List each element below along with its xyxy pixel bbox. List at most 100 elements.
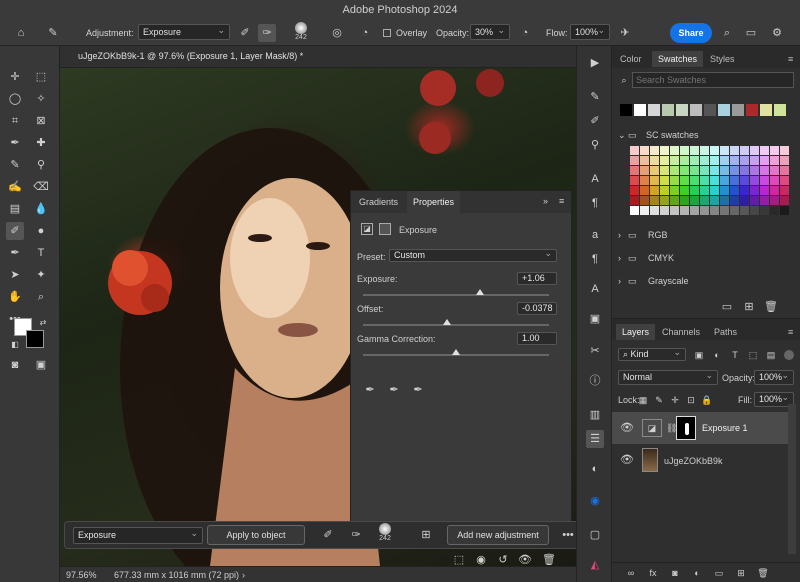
layer-filter-kind[interactable]: ⌕ Kind xyxy=(618,347,686,361)
swatch[interactable] xyxy=(700,176,709,185)
context-mask-icon[interactable]: ⊞ xyxy=(417,526,435,544)
swatch[interactable] xyxy=(660,156,669,165)
delete-layer-icon[interactable]: 🗑 xyxy=(754,564,772,582)
brush-subtract-icon[interactable]: ✑ xyxy=(258,24,276,42)
swatch[interactable] xyxy=(700,206,709,215)
context-brush-size[interactable]: 242 xyxy=(373,523,397,549)
exposure-slider-track[interactable] xyxy=(363,294,549,296)
swatch[interactable] xyxy=(680,166,689,175)
swatch[interactable] xyxy=(700,186,709,195)
swatch[interactable] xyxy=(750,186,759,195)
swatch[interactable] xyxy=(640,196,649,205)
glyphs-panel-icon[interactable]: a xyxy=(586,226,604,244)
visibility-eye-icon[interactable]: 👁 xyxy=(618,451,636,469)
layer-comps-icon[interactable]: ▢ xyxy=(586,526,604,544)
swatch[interactable] xyxy=(640,176,649,185)
tab-layers[interactable]: Layers xyxy=(616,324,656,340)
paragraph-panel-icon[interactable]: ¶ xyxy=(586,194,604,212)
healing-tool-icon[interactable]: ✚ xyxy=(32,134,50,152)
tab-paths[interactable]: Paths xyxy=(714,327,737,337)
swatch[interactable] xyxy=(690,186,699,195)
pressure-icon[interactable]: ◔ xyxy=(356,24,374,42)
swatch[interactable] xyxy=(690,206,699,215)
pen-tool-icon[interactable]: ✒ xyxy=(6,244,24,262)
apply-to-object-button[interactable]: Apply to object xyxy=(207,525,305,545)
swatch[interactable] xyxy=(760,206,769,215)
swatch[interactable] xyxy=(700,146,709,155)
swatch[interactable] xyxy=(710,176,719,185)
layer-mask-thumbnail[interactable] xyxy=(676,416,696,440)
share-button[interactable]: Share xyxy=(670,23,712,43)
settings-icon[interactable]: ⚙ xyxy=(768,24,786,42)
creative-cloud-icon[interactable]: ◭ xyxy=(586,556,604,574)
status-chevron-icon[interactable]: › xyxy=(242,570,245,580)
discover-icon[interactable]: ◉ xyxy=(586,492,604,510)
paragraph-styles-icon[interactable]: ¶ xyxy=(586,250,604,268)
swatch[interactable] xyxy=(730,206,739,215)
properties-panel-icon[interactable]: ☰ xyxy=(586,430,604,448)
adjustment-brush-preset-icon[interactable]: ✎ xyxy=(44,24,62,42)
info-panel-icon[interactable]: ⓘ xyxy=(586,372,604,390)
offset-slider-track[interactable] xyxy=(363,324,549,326)
frame-tool-icon[interactable]: ⊠ xyxy=(32,112,50,130)
layer-style-icon[interactable]: fx xyxy=(644,564,662,582)
magic-wand-tool-icon[interactable]: ✧ xyxy=(32,90,50,108)
swatch[interactable] xyxy=(740,206,749,215)
swatch[interactable] xyxy=(750,156,759,165)
swatch[interactable] xyxy=(660,166,669,175)
brushes-panel-icon[interactable]: ✐ xyxy=(586,112,604,130)
swatch[interactable] xyxy=(760,186,769,195)
swatch[interactable] xyxy=(780,186,789,195)
swatch[interactable] xyxy=(676,104,688,116)
swatch[interactable] xyxy=(760,156,769,165)
swatch[interactable] xyxy=(750,196,759,205)
swatch[interactable] xyxy=(750,176,759,185)
home-icon[interactable]: ⌂ xyxy=(12,24,30,42)
swatch[interactable] xyxy=(770,146,779,155)
visibility-eye-icon[interactable]: 👁 xyxy=(618,419,636,437)
swatch[interactable] xyxy=(670,206,679,215)
marquee-tool-icon[interactable]: ⬚ xyxy=(32,68,50,86)
swatch[interactable] xyxy=(760,104,772,116)
character-styles-icon[interactable]: A xyxy=(586,280,604,298)
swatch[interactable] xyxy=(690,156,699,165)
swatch[interactable] xyxy=(650,176,659,185)
add-new-adjustment-button[interactable]: Add new adjustment xyxy=(447,525,549,545)
swatch[interactable] xyxy=(740,196,749,205)
swatch[interactable] xyxy=(650,146,659,155)
character-panel-icon[interactable]: A xyxy=(586,170,604,188)
swatch[interactable] xyxy=(640,186,649,195)
delete-swatch-icon[interactable]: 🗑 xyxy=(762,298,780,316)
swatch[interactable] xyxy=(730,176,739,185)
swatch[interactable] xyxy=(670,186,679,195)
swatch[interactable] xyxy=(680,206,689,215)
swatch[interactable] xyxy=(630,176,639,185)
swatch[interactable] xyxy=(732,104,744,116)
tab-color[interactable]: Color xyxy=(620,54,642,64)
crop-tool-icon[interactable]: ⌗ xyxy=(6,112,24,130)
swatch[interactable] xyxy=(660,196,669,205)
swatch[interactable] xyxy=(780,196,789,205)
exposure-slider-thumb[interactable] xyxy=(476,289,485,295)
clone-source-icon[interactable]: ⚲ xyxy=(586,136,604,154)
brush-settings-icon[interactable]: ◎ xyxy=(328,24,346,42)
swatch[interactable] xyxy=(670,166,679,175)
swatch[interactable] xyxy=(710,196,719,205)
workspace-icon[interactable]: ▭ xyxy=(742,24,760,42)
overlay-checkbox[interactable] xyxy=(383,29,391,37)
swatch[interactable] xyxy=(720,176,729,185)
swatch[interactable] xyxy=(770,176,779,185)
swatch[interactable] xyxy=(630,186,639,195)
gradient-tool-icon[interactable]: ▤ xyxy=(6,200,24,218)
path-selection-tool-icon[interactable]: ➤ xyxy=(6,266,24,284)
swatch[interactable] xyxy=(700,166,709,175)
swatch[interactable] xyxy=(710,206,719,215)
swatch[interactable] xyxy=(746,104,758,116)
swap-colors-icon[interactable]: ⇄ xyxy=(34,314,52,332)
swatch[interactable] xyxy=(730,166,739,175)
airbrush-icon[interactable]: ✈ xyxy=(616,24,634,42)
adjustment-select[interactable]: Exposure xyxy=(138,23,230,40)
brush-add-icon[interactable]: ✐ xyxy=(236,24,254,42)
preset-select[interactable]: Custom xyxy=(389,248,557,262)
zoom-level[interactable]: 97.56% xyxy=(66,570,97,580)
